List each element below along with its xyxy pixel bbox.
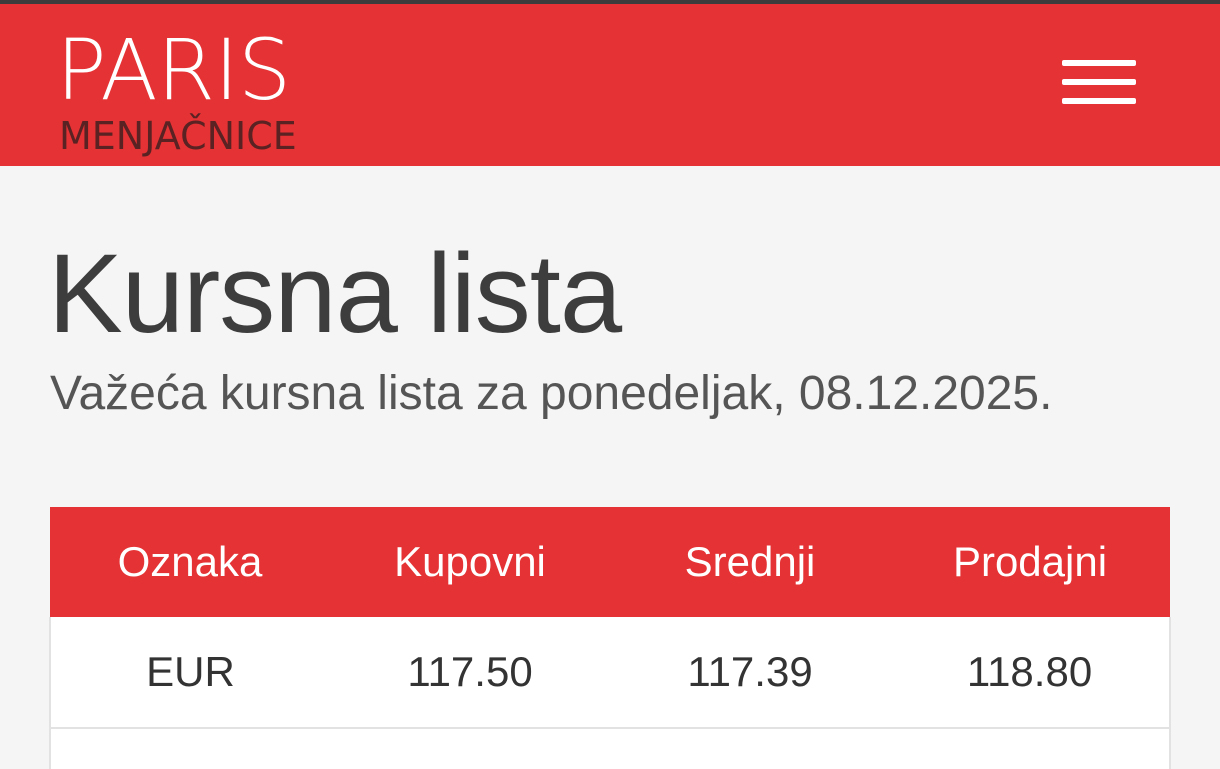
table-row: EUR 117.50 117.39 118.80 — [49, 617, 1171, 729]
menu-bar — [1062, 79, 1136, 85]
page-subtitle: Važeća kursna lista za ponedeljak, 08.12… — [50, 367, 1053, 420]
table-cell — [330, 728, 610, 769]
brand-name: PARIS — [56, 21, 291, 119]
brand-tagline: MENJAČNICE — [59, 114, 297, 158]
currency-code: EUR — [49, 617, 330, 729]
column-header-mid: Srednji — [610, 507, 890, 617]
exchange-rates-table: Oznaka Kupovni Srednji Prodajni EUR 117.… — [49, 507, 1171, 769]
menu-bar — [1062, 98, 1136, 104]
table-cell — [49, 728, 330, 769]
table-header-row: Oznaka Kupovni Srednji Prodajni — [50, 507, 1170, 617]
mid-rate: 117.39 — [610, 617, 890, 729]
table-row — [49, 728, 1171, 769]
column-header-sell: Prodajni — [890, 507, 1170, 617]
buy-rate: 117.50 — [330, 617, 610, 729]
sell-rate: 118.80 — [890, 617, 1171, 729]
table-cell — [610, 728, 890, 769]
site-header: PARIS MENJAČNICE — [0, 4, 1220, 166]
menu-bar — [1062, 60, 1136, 66]
column-header-code: Oznaka — [50, 507, 330, 617]
column-header-buy: Kupovni — [330, 507, 610, 617]
page-title: Kursna lista — [48, 231, 622, 356]
hamburger-menu-icon[interactable] — [1062, 58, 1136, 112]
brand-logo[interactable]: PARIS MENJAČNICE — [56, 28, 306, 158]
table-cell — [890, 728, 1171, 769]
